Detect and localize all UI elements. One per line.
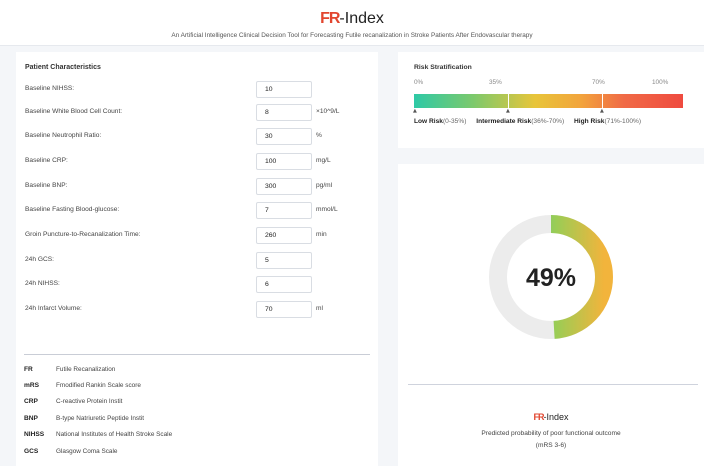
field-label: 24h NIHSS:: [25, 280, 60, 287]
field-unit: ×10^9/L: [316, 108, 340, 115]
crp-input[interactable]: 100: [256, 153, 312, 170]
patient-panel: Patient Characteristics Baseline NIHSS: …: [16, 52, 378, 466]
field-label: Baseline NIHSS:: [25, 85, 75, 92]
app-subtitle: An Artificial Intelligence Clinical Deci…: [171, 32, 533, 39]
puncture-time-input[interactable]: 260: [256, 227, 312, 244]
field-label: Baseline CRP:: [25, 157, 68, 164]
result-description: Predicted probability of poor functional…: [481, 430, 621, 437]
logo-text: -Index: [543, 412, 569, 422]
caret-up-icon: ▲: [506, 108, 510, 114]
field-label: Baseline Neutrophil Ratio:: [25, 132, 102, 139]
field-gcs: 24h GCS: 5: [25, 252, 370, 270]
field-label: Baseline BNP:: [25, 182, 68, 189]
abbr-term: BNP: [24, 415, 38, 422]
section-divider: [24, 354, 370, 355]
risk-stratification-panel: Risk Stratification 0% 35% 70% 100% ▲ ▲ …: [398, 52, 704, 148]
result-panel: 49% FR-Index Predicted probability of po…: [398, 164, 704, 466]
field-glucose: Baseline Fasting Blood-glucose: 7 mmol/L: [25, 202, 370, 220]
glucose-input[interactable]: 7: [256, 202, 312, 219]
abbr-definition: C-reactive Protein Instit: [56, 398, 123, 405]
probability-percent: 49%: [525, 264, 577, 292]
field-unit: min: [316, 231, 327, 238]
wbc-input[interactable]: 8: [256, 104, 312, 121]
baseline-nihss-input[interactable]: 10: [256, 81, 312, 98]
high-risk-label: High Risk: [574, 118, 605, 125]
field-baseline-nihss: Baseline NIHSS: 10: [25, 81, 370, 99]
field-unit: mmol/L: [316, 206, 338, 213]
abbr-definition: Fmodified Rankin Scale score: [56, 382, 141, 389]
field-puncture-time: Groin Puncture-to-Recanalization Time: 2…: [25, 227, 370, 245]
field-unit: mg/L: [316, 157, 331, 164]
risk-tick-100: 100%: [652, 79, 669, 86]
field-crp: Baseline CRP: 100 mg/L: [25, 153, 370, 171]
field-label: Baseline White Blood Cell Count:: [25, 108, 123, 115]
risk-tick-70: 70%: [592, 79, 605, 86]
patient-section-title: Patient Characteristics: [25, 64, 101, 71]
app-header: FR-Index An Artificial Intelligence Clin…: [0, 0, 704, 46]
logo-mark: FR: [533, 412, 544, 422]
risk-tick-0: 0%: [414, 79, 424, 86]
app-logo: FR-Index: [0, 10, 704, 28]
field-unit: ml: [316, 305, 323, 312]
field-neutrophil: Baseline Neutrophil Ratio: 30 %: [25, 128, 370, 146]
field-label: 24h Infarct Volume:: [25, 305, 82, 312]
neutrophil-input[interactable]: 30: [256, 128, 312, 145]
infarct-volume-input[interactable]: 70: [256, 301, 312, 318]
risk-gradient-bar: [414, 94, 683, 108]
abbr-definition: Futile Recanalization: [56, 366, 116, 373]
gcs-input[interactable]: 5: [256, 252, 312, 269]
field-label: 24h GCS:: [25, 256, 54, 263]
field-bnp: Baseline BNP: 300 pg/ml: [25, 178, 370, 196]
abbr-definition: Glasgow Coma Scale: [56, 448, 118, 455]
field-label: Baseline Fasting Blood-glucose:: [25, 206, 120, 213]
logo-text: -Index: [339, 10, 384, 27]
abbr-definition: National Institutes of Health Stroke Sca…: [56, 431, 173, 438]
field-unit: %: [316, 132, 322, 139]
result-divider: [408, 384, 698, 385]
abbr-term: GCS: [24, 448, 39, 455]
low-risk-label: Low Risk: [414, 118, 443, 125]
result-logo: FR-Index: [398, 412, 704, 422]
field-infarct-volume: 24h Infarct Volume: 70 ml: [25, 301, 370, 319]
field-unit: pg/ml: [316, 182, 333, 189]
intermediate-risk-label: Intermediate Risk: [476, 118, 532, 125]
abbr-term: NIHSS: [24, 431, 45, 438]
abbr-term: CRP: [24, 398, 38, 405]
low-risk-range: (0-35%): [442, 118, 467, 125]
caret-up-icon: ▲: [413, 108, 417, 114]
risk-threshold-marker: [508, 94, 509, 108]
abbr-definition: B-type Natriuretic Peptide Instit: [56, 415, 145, 422]
risk-legend: Low Risk(0-35%) Intermediate Risk(36%-70…: [414, 118, 649, 125]
field-label: Groin Puncture-to-Recanalization Time:: [25, 231, 141, 238]
high-risk-range: (71%-100%): [604, 118, 642, 125]
field-wbc: Baseline White Blood Cell Count: 8 ×10^9…: [25, 104, 370, 122]
abbr-term: mRS: [24, 382, 40, 389]
field-24h-nihss: 24h NIHSS: 6: [25, 276, 370, 294]
risk-title: Risk Stratification: [414, 64, 472, 71]
result-subtitle: (mRS 3-6): [535, 442, 567, 449]
caret-up-icon: ▲: [600, 108, 604, 114]
intermediate-risk-range: (36%-70%): [531, 118, 565, 125]
risk-threshold-marker: [602, 94, 603, 108]
24h-nihss-input[interactable]: 6: [256, 276, 312, 293]
risk-tick-35: 35%: [489, 79, 502, 86]
abbr-term: FR: [24, 366, 33, 373]
logo-mark: FR: [320, 10, 340, 27]
bnp-input[interactable]: 300: [256, 178, 312, 195]
